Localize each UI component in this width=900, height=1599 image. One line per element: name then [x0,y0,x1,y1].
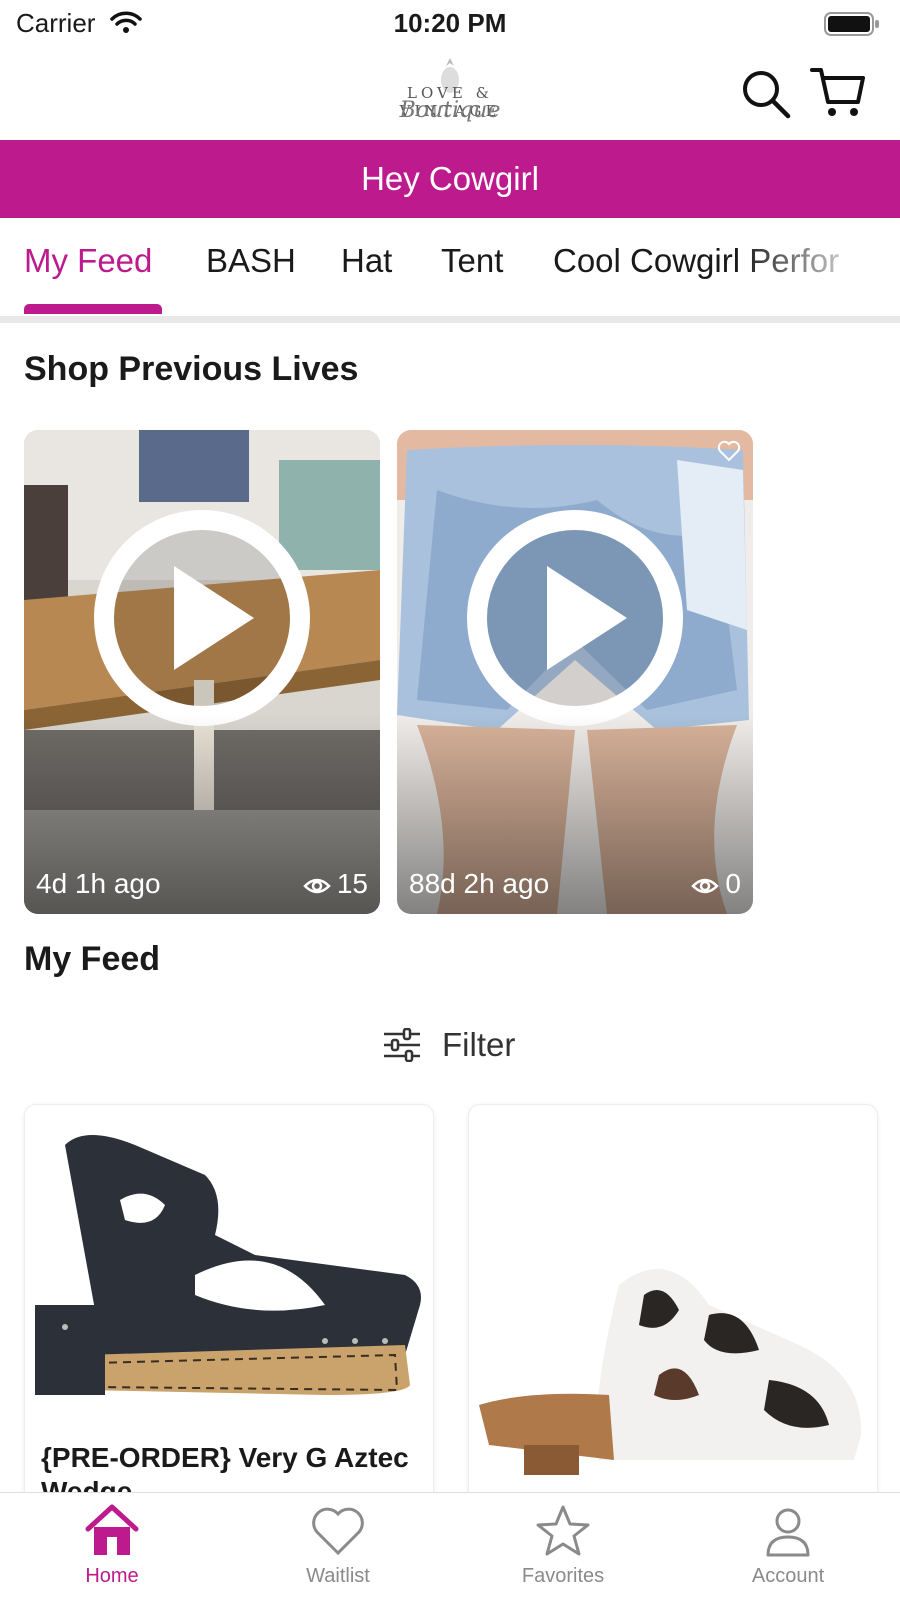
tab-tent[interactable]: Tent [441,242,503,280]
tab-hat[interactable]: Hat [341,242,392,280]
feed-title: My Feed [24,940,161,978]
product-card[interactable] [468,1104,878,1526]
status-time: 10:20 PM [393,8,507,38]
product-card[interactable]: {PRE-ORDER} Very G Aztec Wedge [24,1104,434,1526]
tabbar-home-label: Home [85,1565,139,1587]
live-age: 4d 1h ago [36,868,161,899]
heart-icon [312,1507,364,1556]
eye-icon [691,878,720,893]
active-tab-indicator [24,304,162,314]
view-count-value: 15 [336,868,368,899]
view-count-value: 0 [725,868,741,899]
brand-logo[interactable]: LOVE & VINTAGE Boutique [355,54,545,134]
category-tabs: My Feed BASH Hat Tent Cool Cowgirl Perfo… [0,218,900,316]
cart-icon[interactable] [810,64,866,120]
heart-outline-icon[interactable] [717,440,741,462]
filter-label: Filter [442,1026,516,1063]
tabbar-waitlist-label: Waitlist [306,1565,370,1587]
view-count: 0 [691,868,741,900]
tabbar-favorites[interactable]: Favorites [488,1503,638,1588]
tabbar-account[interactable]: Account [713,1503,863,1588]
tab-bash[interactable]: BASH [206,242,296,280]
logo-script-text: Boutique [399,98,501,123]
eye-icon [303,878,331,893]
battery-icon [824,12,879,36]
person-icon [766,1508,810,1557]
tabbar-home[interactable]: Home [37,1503,187,1588]
tabbar-favorites-label: Favorites [521,1565,605,1587]
play-icon[interactable] [465,508,685,728]
tabbar-waitlist[interactable]: Waitlist [263,1503,413,1588]
search-icon[interactable] [740,68,792,120]
product-image [35,1135,421,1395]
play-icon[interactable] [92,508,312,728]
tabs-fade-overlay [740,218,900,316]
live-card[interactable]: 4d 1h ago 15 [24,430,380,914]
status-bar: Carrier 10:20 PM [0,0,900,48]
bottom-tab-bar: Home Waitlist Favorites Account [0,1492,900,1599]
home-icon [85,1504,139,1555]
app-header: LOVE & VINTAGE Boutique [0,50,900,138]
sliders-icon [384,1028,420,1062]
view-count: 15 [303,868,368,900]
promo-banner[interactable]: Hey Cowgirl [0,140,900,218]
tabbar-account-label: Account [751,1565,825,1587]
previous-lives-title: Shop Previous Lives [24,350,359,388]
product-image [479,1269,862,1475]
star-icon [536,1505,590,1556]
live-card[interactable]: 88d 2h ago 0 [397,430,753,914]
section-divider [0,316,900,323]
tab-my-feed[interactable]: My Feed [24,242,152,280]
live-age: 88d 2h ago [409,868,550,899]
